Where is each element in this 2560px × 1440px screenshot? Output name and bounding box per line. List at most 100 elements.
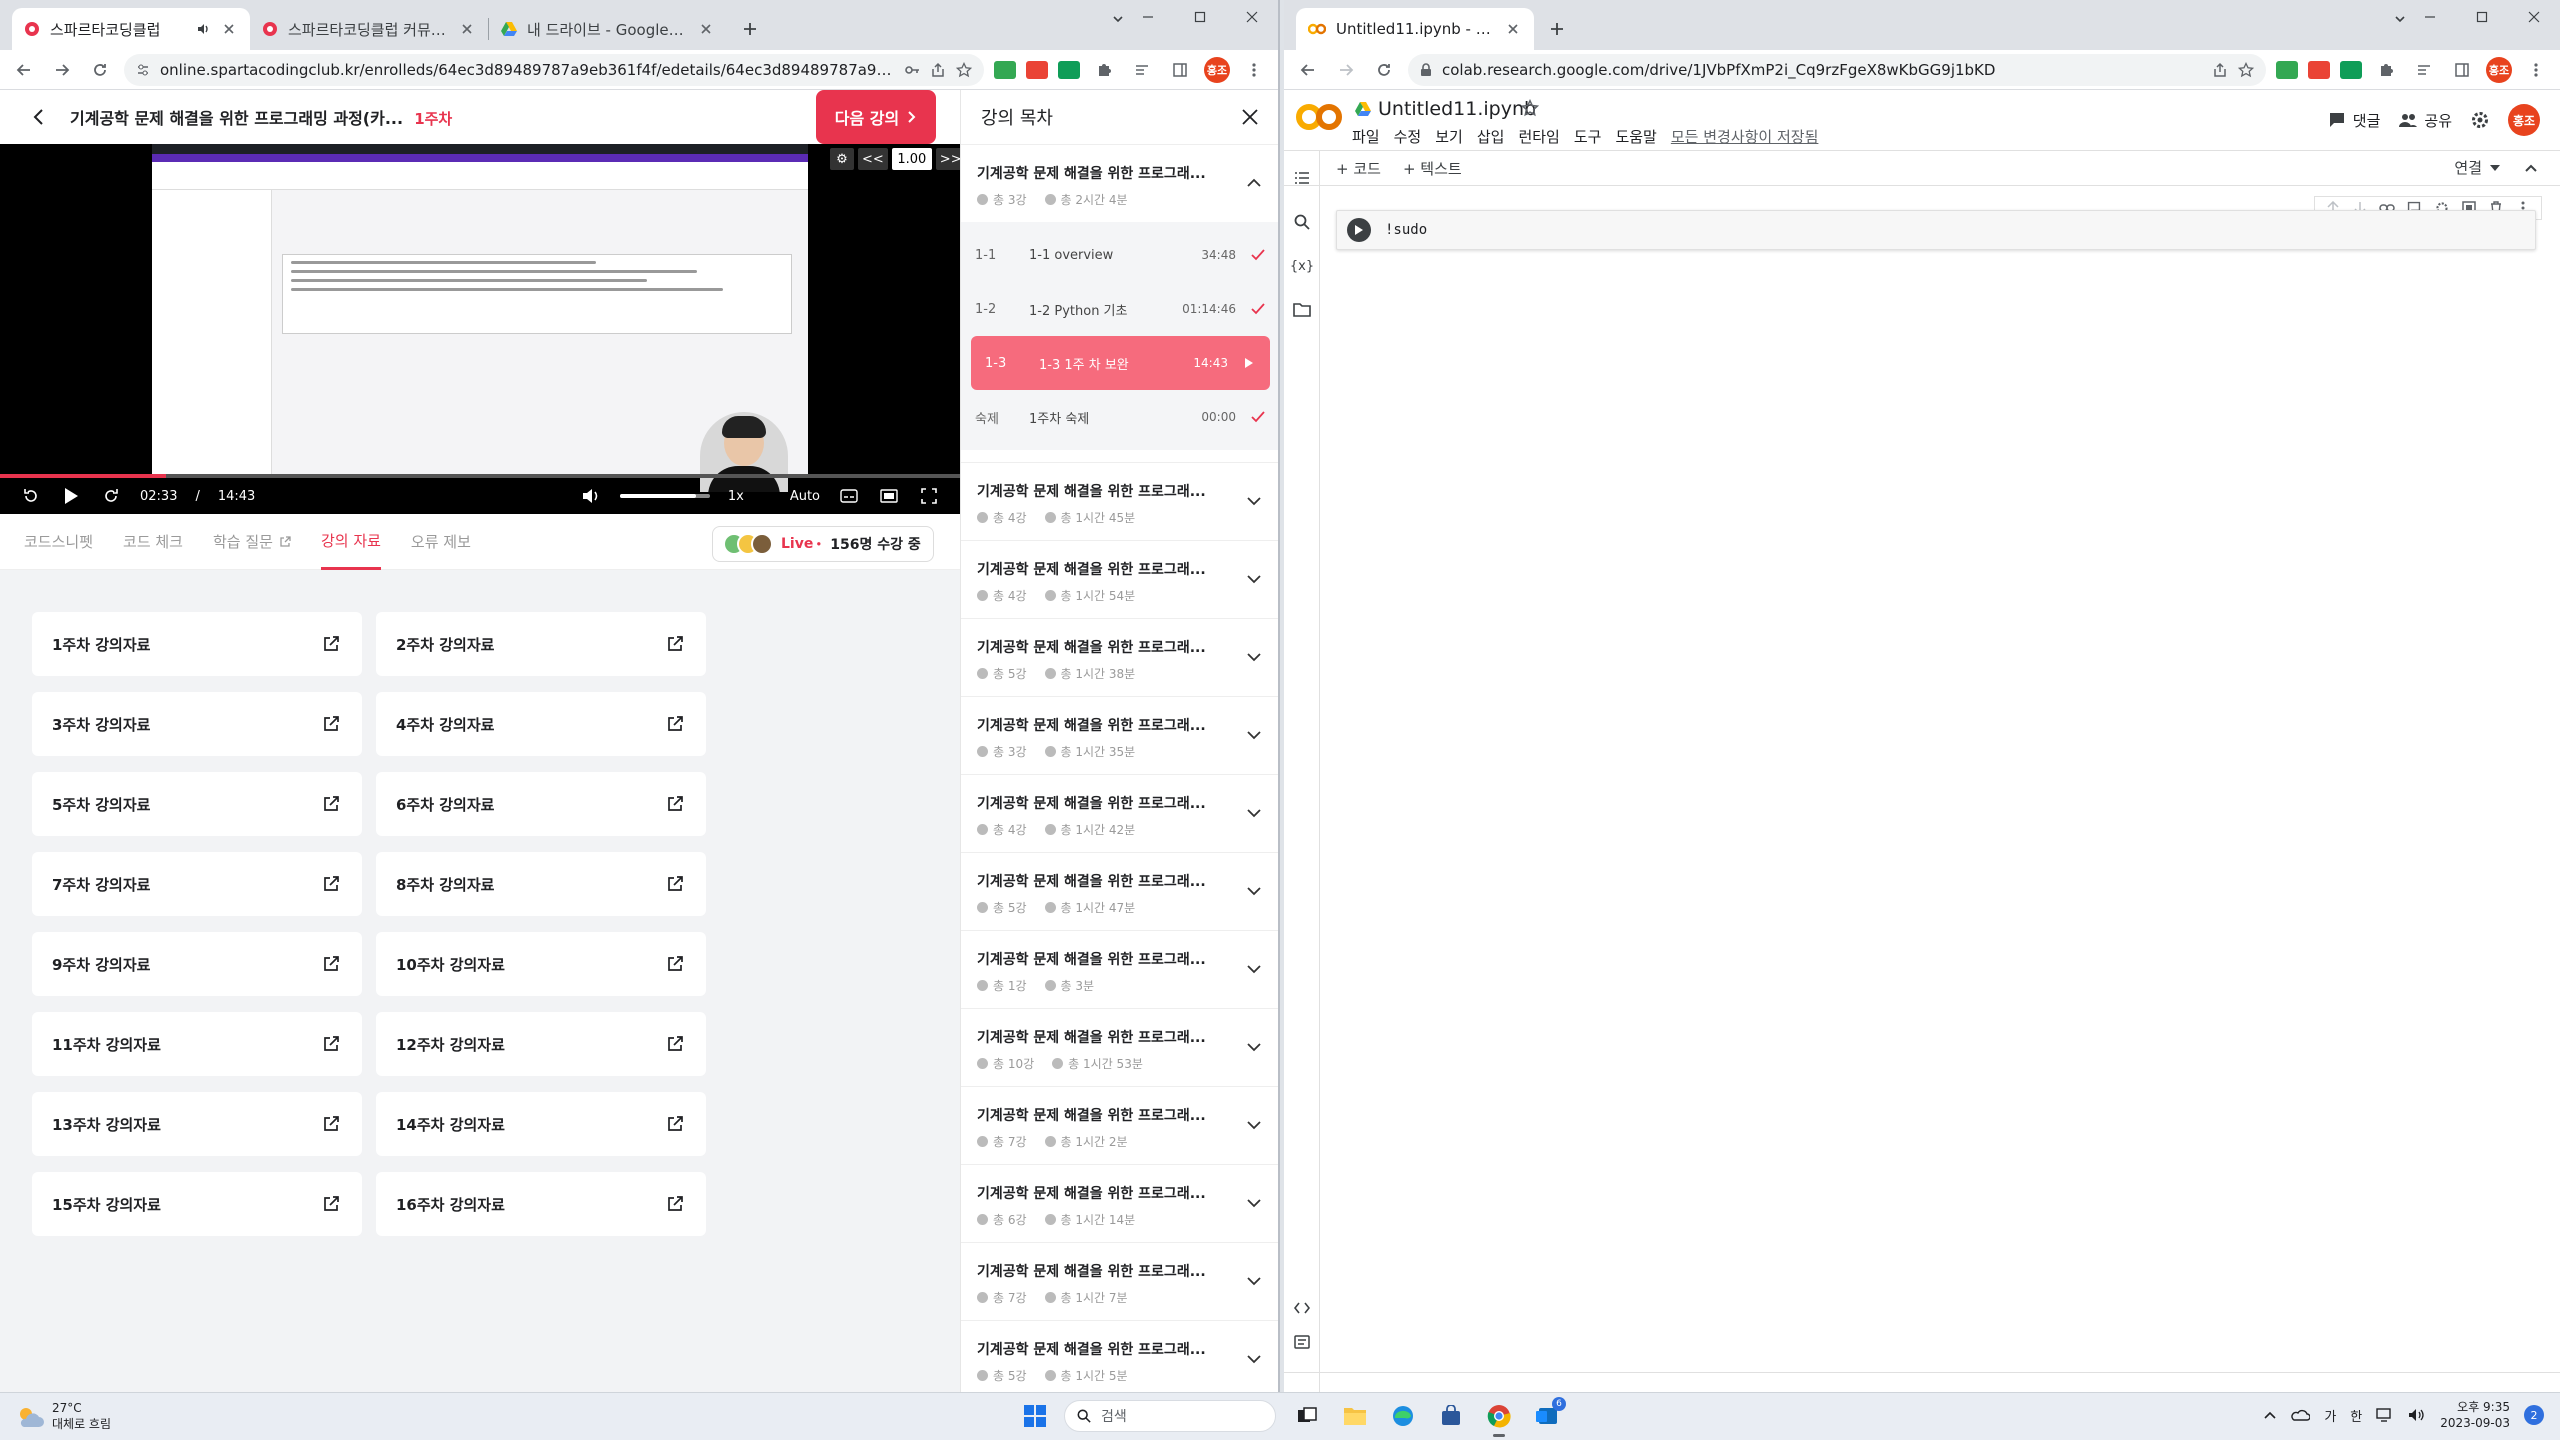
tab-code-snippet[interactable]: 코드스니펫 (24, 514, 93, 570)
extension-icon[interactable] (2308, 60, 2330, 79)
toc-chapter[interactable]: 기계공학 문제 해결을 위한 프로그래... 총 10강 총 1시간 53분 (961, 1008, 1278, 1086)
cell-code-text[interactable]: !sudo (1385, 222, 1427, 238)
new-tab-icon[interactable] (733, 12, 767, 46)
gear-icon[interactable] (2470, 110, 2490, 130)
chevron-down-icon[interactable] (1244, 569, 1264, 589)
extension-icon[interactable] (1026, 60, 1048, 79)
next-lecture-button[interactable]: 다음 강의 (816, 90, 936, 144)
speaker-icon[interactable] (196, 22, 210, 36)
code-cell[interactable]: !sudo (1336, 210, 2536, 250)
forward-icon[interactable] (1332, 56, 1360, 84)
notification-count[interactable]: 2 (2524, 1405, 2544, 1425)
menu-dots-icon[interactable] (1240, 56, 1268, 84)
volume-slider[interactable] (619, 494, 710, 498)
material-item[interactable]: 3주차 강의자료 (32, 692, 362, 756)
store-icon[interactable] (1434, 1399, 1468, 1433)
lesson-item[interactable]: 1-2 1-2 Python 기초 01:14:46 (961, 282, 1278, 336)
address-bar[interactable]: colab.research.google.com/drive/1JVbPfXm… (1408, 53, 2266, 86)
extension-icon[interactable] (2340, 60, 2362, 79)
fullscreen-icon[interactable] (918, 485, 940, 507)
task-view-icon[interactable] (1290, 1399, 1324, 1433)
material-item[interactable]: 1주차 강의자료 (32, 612, 362, 676)
forward-icon[interactable] (48, 56, 76, 84)
subtitles-icon[interactable] (838, 485, 860, 507)
terminal-icon[interactable] (1290, 1330, 1314, 1354)
side-panel-icon[interactable] (1166, 56, 1194, 84)
new-tab-icon[interactable] (1540, 12, 1574, 46)
material-item[interactable]: 16주차 강의자료 (376, 1172, 706, 1236)
toc-chapter-open[interactable]: 기계공학 문제 해결을 위한 프로그래... 총 3강 총 2시간 4분 1-1… (961, 144, 1278, 462)
material-item[interactable]: 7주차 강의자료 (32, 852, 362, 916)
close-tab-icon[interactable] (220, 20, 238, 38)
toc-chapter[interactable]: 기계공학 문제 해결을 위한 프로그래... 총 4강 총 1시간 54분 (961, 540, 1278, 618)
add-text-button[interactable]: + 텍스트 (1403, 158, 1462, 179)
chrome-icon[interactable] (1482, 1399, 1516, 1437)
volume-icon[interactable] (580, 485, 602, 507)
notebook-title[interactable]: Untitled11.ipynb (1354, 98, 1536, 120)
toc-chapter[interactable]: 기계공학 문제 해결을 위한 프로그래... 총 7강 총 1시간 2분 (961, 1086, 1278, 1164)
close-tab-icon[interactable] (458, 20, 476, 38)
forward-skip-icon[interactable] (100, 485, 122, 507)
chevron-down-icon[interactable] (1244, 959, 1264, 979)
tab-question[interactable]: 학습 질문 (213, 514, 291, 570)
chevron-down-icon[interactable] (1244, 1349, 1264, 1369)
network-icon[interactable] (2376, 1408, 2394, 1422)
share-icon[interactable] (2212, 62, 2228, 78)
chevron-down-icon[interactable] (1244, 1115, 1264, 1135)
toc-chapter[interactable]: 기계공학 문제 해결을 위한 프로그래... 총 7강 총 1시간 7분 (961, 1242, 1278, 1320)
ime-language[interactable]: 한 (2350, 1406, 2362, 1425)
folder-icon[interactable] (1290, 298, 1314, 322)
chevron-down-icon[interactable] (1244, 1271, 1264, 1291)
star-icon[interactable] (1520, 98, 1540, 118)
chevron-down-icon[interactable] (1244, 1037, 1264, 1057)
edge-browser-icon[interactable] (1386, 1399, 1420, 1433)
puzzle-icon[interactable] (1090, 56, 1118, 84)
gear-icon[interactable]: ⚙ (830, 148, 854, 170)
tab-sparta[interactable]: 스파르타코딩클럽 (12, 8, 250, 50)
connect-button[interactable]: 연결 (2454, 157, 2500, 178)
theater-mode-icon[interactable] (878, 485, 900, 507)
file-explorer-icon[interactable] (1338, 1399, 1372, 1433)
menu-file[interactable]: 파일 (1352, 126, 1380, 147)
tab-materials[interactable]: 강의 자료 (320, 514, 381, 570)
variables-icon[interactable]: {x} (1290, 254, 1314, 278)
taskbar-clock[interactable]: 오후 9:35 2023-09-03 (2440, 1399, 2510, 1431)
playback-rate[interactable]: 1x (728, 489, 744, 504)
chevron-down-icon[interactable] (1244, 881, 1264, 901)
toc-chapter[interactable]: 기계공학 문제 해결을 위한 프로그래... 총 4강 총 1시간 45분 (961, 462, 1278, 540)
faster-button[interactable]: >> (935, 148, 960, 170)
reload-icon[interactable] (86, 56, 114, 84)
address-bar[interactable]: online.spartacodingclub.kr/enrolleds/64e… (124, 53, 984, 86)
toc-chapter[interactable]: 기계공학 문제 해결을 위한 프로그래... 총 6강 총 1시간 14분 (961, 1164, 1278, 1242)
chevron-down-icon[interactable] (1244, 491, 1264, 511)
avatar[interactable]: 홍조 (2508, 104, 2540, 136)
back-icon[interactable] (10, 56, 38, 84)
close-tab-icon[interactable] (697, 20, 715, 38)
close-window-icon[interactable] (2508, 0, 2560, 34)
chevron-up-icon[interactable] (1244, 173, 1264, 193)
toc-list-icon[interactable] (1290, 166, 1314, 190)
lesson-item[interactable]: 숙제 1주차 숙제 00:00 (961, 390, 1278, 444)
tray-overflow-icon[interactable] (2264, 1411, 2276, 1419)
bookmark-star-icon[interactable] (956, 61, 972, 78)
site-info-icon[interactable] (136, 63, 150, 77)
menu-help[interactable]: 도움말 (1615, 126, 1656, 147)
material-item[interactable]: 6주차 강의자료 (376, 772, 706, 836)
lock-icon[interactable] (1420, 62, 1432, 77)
back-icon[interactable] (1294, 56, 1322, 84)
menu-tools[interactable]: 도구 (1574, 126, 1602, 147)
key-icon[interactable] (904, 62, 920, 78)
tab-community[interactable]: 스파르타코딩클럽 커뮤니티 | 스 (250, 8, 488, 50)
tab-code-check[interactable]: 코드 체크 (123, 514, 183, 570)
menu-insert[interactable]: 삽입 (1477, 126, 1505, 147)
share-icon[interactable] (930, 62, 946, 78)
close-tab-icon[interactable] (1504, 20, 1522, 38)
close-icon[interactable] (1238, 105, 1262, 129)
material-item[interactable]: 5주차 강의자료 (32, 772, 362, 836)
side-panel-icon[interactable] (2448, 56, 2476, 84)
tab-drive[interactable]: 내 드라이브 - Google Drive (489, 8, 727, 50)
menu-dots-icon[interactable] (2522, 56, 2550, 84)
material-item[interactable]: 14주차 강의자료 (376, 1092, 706, 1156)
minimize-icon[interactable] (1122, 0, 1174, 34)
onedrive-icon[interactable] (2290, 1409, 2311, 1421)
